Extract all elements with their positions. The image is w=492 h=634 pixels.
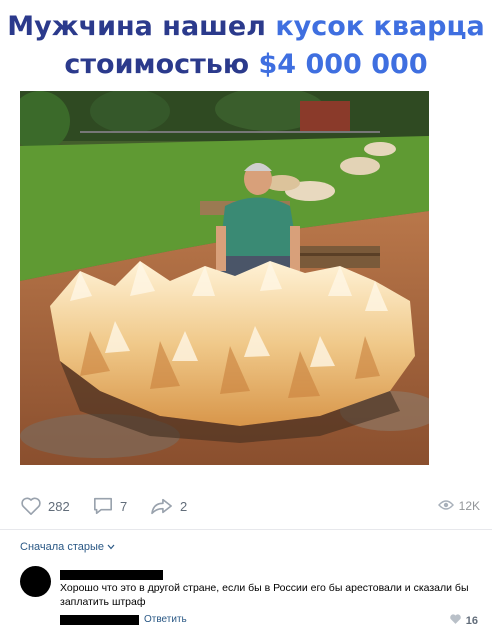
avatar[interactable] <box>20 566 51 597</box>
like-button[interactable]: 282 <box>20 493 70 519</box>
heart-icon <box>20 496 42 516</box>
post-actions-bar: 282 7 2 12K <box>20 493 480 519</box>
comments-sort-dropdown[interactable]: Сначала старые <box>20 541 115 553</box>
share-count: 2 <box>180 498 188 514</box>
comment-like-button[interactable]: 16 <box>449 613 478 628</box>
share-button[interactable]: 2 <box>150 493 187 519</box>
headline-part-price: $4 000 000 <box>258 49 428 80</box>
headline-line-2: стоимостью $4 000 000 <box>0 46 492 84</box>
chevron-down-icon <box>107 543 115 552</box>
views-count: 12K <box>458 499 480 513</box>
headline-line-1: Мужчина нашел кусок кварца <box>0 8 492 46</box>
comment-count: 7 <box>120 498 128 514</box>
quartz-photo-illustration <box>20 91 429 465</box>
reply-link[interactable]: Ответить <box>144 614 187 625</box>
comment-like-count: 16 <box>465 614 478 627</box>
eye-icon <box>437 499 454 514</box>
comment-text: Хорошо что это в другой стране, если бы … <box>60 582 469 608</box>
sort-label: Сначала старые <box>20 541 105 553</box>
meme-headline: Мужчина нашел кусок кварца стоимостью $4… <box>0 8 492 84</box>
headline-part-dark: Мужчина нашел <box>7 11 276 42</box>
share-arrow-icon <box>150 496 174 516</box>
views-counter: 12K <box>437 493 480 519</box>
comment-date-redacted <box>60 615 139 625</box>
heart-icon <box>449 613 462 628</box>
like-count: 282 <box>48 498 70 514</box>
comment-button[interactable]: 7 <box>92 493 127 519</box>
headline-part-dark: стоимостью <box>64 49 259 80</box>
comment-bubble-icon <box>92 496 114 516</box>
comment-item: Хорошо что это в другой стране, если бы … <box>20 566 482 632</box>
comments-divider <box>0 529 492 530</box>
post-photo[interactable] <box>20 91 429 465</box>
headline-part-light: кусок кварца <box>275 11 485 42</box>
author-name-redacted <box>60 570 163 580</box>
